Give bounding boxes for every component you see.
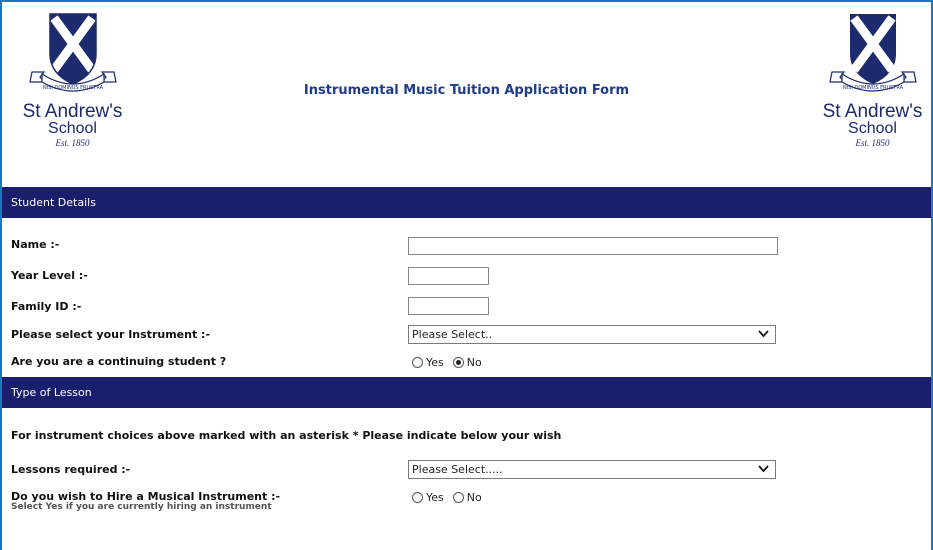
year-level-label: Year Level :- bbox=[11, 269, 88, 282]
crest-name: St Andrew's bbox=[22, 101, 123, 122]
hire-no-label: No bbox=[466, 491, 482, 504]
name-label: Name :- bbox=[11, 238, 60, 251]
continuing-no-radio[interactable] bbox=[452, 357, 464, 368]
crest-motto: NISI DOMINUS FRUSTRA bbox=[842, 85, 903, 91]
row-name: Name :- bbox=[2, 232, 931, 259]
continuing-yes-radio[interactable] bbox=[412, 357, 423, 368]
crest-est: Est. 1850 bbox=[55, 138, 90, 148]
row-family-id: Family ID :- bbox=[2, 290, 931, 319]
year-level-input[interactable] bbox=[408, 267, 489, 285]
school-logo-right: NISI DOMINUS FRUSTRA St Andrew's School … bbox=[810, 10, 931, 165]
hire-instrument-hint: Select Yes if you are currently hiring a… bbox=[11, 502, 272, 512]
header: NISI DOMINUS FRUSTRA St Andrew's School … bbox=[2, 2, 931, 187]
row-lesson-note: For instrument choices above marked with… bbox=[2, 408, 931, 445]
instrument-selected-value: Please Select.. bbox=[412, 328, 493, 341]
section-header-type-of-lesson: Type of Lesson bbox=[2, 377, 931, 408]
row-lessons-required: Lessons required :- Please Select..... bbox=[2, 445, 931, 479]
hire-yes-label: Yes bbox=[426, 491, 444, 504]
hire-instrument-options: Yes No bbox=[412, 491, 491, 504]
lessons-required-select[interactable]: Please Select..... bbox=[408, 460, 776, 479]
row-instrument: Please select your Instrument :- Please … bbox=[2, 319, 931, 348]
continuing-student-options: Yes No bbox=[412, 356, 491, 369]
crest-est: Est. 1850 bbox=[855, 138, 890, 148]
hire-no-radio[interactable] bbox=[452, 492, 464, 503]
row-continuing-student: Are you are a continuing student ? Yes N… bbox=[2, 348, 931, 377]
name-input[interactable] bbox=[408, 237, 778, 255]
crest-name: St Andrew's bbox=[822, 101, 923, 122]
crest-icon: NISI DOMINUS FRUSTRA bbox=[828, 14, 917, 92]
instrument-select[interactable]: Please Select.. bbox=[408, 325, 776, 344]
chevron-down-icon bbox=[758, 465, 769, 473]
hire-yes-radio[interactable] bbox=[412, 492, 423, 503]
row-year-level: Year Level :- bbox=[2, 259, 931, 290]
row-hire-instrument: Do you wish to Hire a Musical Instrument… bbox=[2, 478, 931, 518]
continuing-student-label: Are you are a continuing student ? bbox=[11, 355, 227, 368]
lessons-required-label: Lessons required :- bbox=[11, 463, 131, 476]
lesson-note: For instrument choices above marked with… bbox=[11, 429, 562, 442]
crest-school: School bbox=[848, 120, 897, 137]
continuing-yes-label: Yes bbox=[426, 356, 444, 369]
lessons-selected-value: Please Select..... bbox=[412, 463, 503, 476]
section-header-student-details: Student Details bbox=[2, 187, 931, 218]
family-id-label: Family ID :- bbox=[11, 300, 82, 313]
continuing-no-label: No bbox=[466, 356, 482, 369]
chevron-down-icon bbox=[758, 330, 769, 338]
instrument-label: Please select your Instrument :- bbox=[11, 328, 211, 341]
crest-school: School bbox=[48, 120, 97, 137]
page-title: Instrumental Music Tuition Application F… bbox=[303, 83, 630, 98]
page-frame: NISI DOMINUS FRUSTRA St Andrew's School … bbox=[0, 0, 933, 550]
family-id-input[interactable] bbox=[408, 297, 489, 315]
